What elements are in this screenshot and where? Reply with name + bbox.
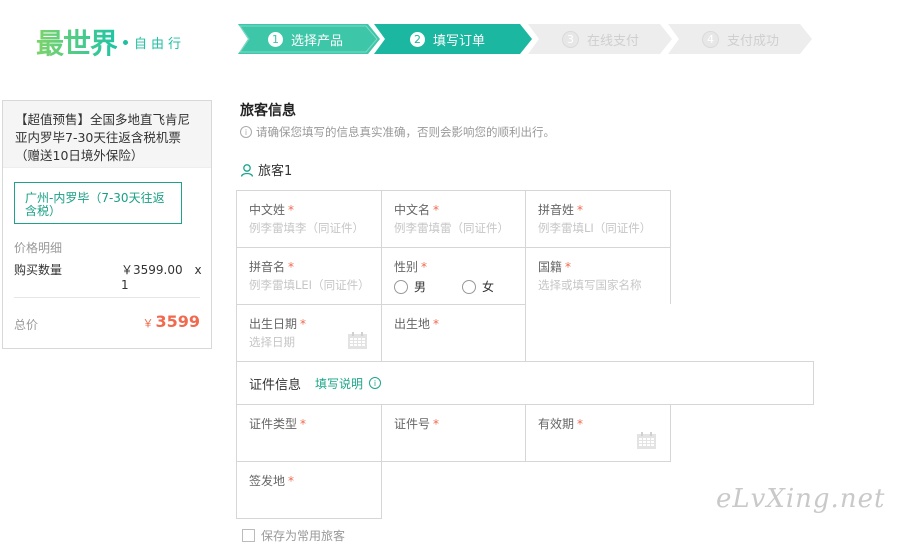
gender-female-radio[interactable]: 女 bbox=[462, 278, 494, 295]
step-number: 4 bbox=[702, 30, 719, 48]
logo-tagline: 自由行 bbox=[134, 36, 186, 52]
route-option[interactable]: 广州-内罗毕（7-30天往返含税） bbox=[14, 182, 182, 224]
field-birth-place[interactable]: 出生地 * bbox=[381, 304, 526, 362]
field-label: 证件类型 * bbox=[249, 417, 307, 431]
currency-symbol: ￥ bbox=[142, 317, 154, 330]
step-label: 填写订单 bbox=[433, 33, 486, 49]
step-fill-order: 2 填写订单 bbox=[374, 24, 532, 54]
total-label: 总价 bbox=[14, 318, 39, 332]
field-label: 签发地 * bbox=[249, 474, 295, 488]
field-valid-until[interactable]: 有效期 * bbox=[525, 404, 671, 462]
unit-price: ￥3599.00 x 1 bbox=[121, 261, 211, 292]
price-detail-label: 价格明细 bbox=[14, 241, 63, 255]
cn-surname-input[interactable] bbox=[249, 221, 379, 235]
py-surname-input[interactable] bbox=[538, 221, 668, 235]
logo-dot bbox=[123, 39, 129, 45]
empty-cell bbox=[525, 304, 671, 362]
field-label: 拼音名 * bbox=[249, 260, 295, 274]
product-title: 【超值预售】全国多地直飞肯尼亚内罗毕7-30天往返含税机票（赠送10日境外保险） bbox=[3, 101, 211, 168]
step-label: 在线支付 bbox=[587, 33, 640, 49]
field-label: 中文姓 * bbox=[249, 203, 295, 217]
field-label: 性别 * bbox=[394, 260, 428, 274]
radio-circle bbox=[462, 279, 476, 294]
field-label: 有效期 * bbox=[538, 417, 584, 431]
py-name-input[interactable] bbox=[249, 278, 379, 292]
field-label: 中文名 * bbox=[394, 203, 440, 217]
field-py-name[interactable]: 拼音名 * bbox=[236, 247, 382, 305]
notice-text: 请确保您填写的信息真实准确，否则会影响您的顺利出行。 bbox=[256, 125, 555, 139]
field-cn-name[interactable]: 中文名 * bbox=[381, 190, 526, 248]
divider bbox=[525, 304, 526, 362]
field-label: 拼音姓 * bbox=[538, 203, 584, 217]
field-cn-surname[interactable]: 中文姓 * bbox=[236, 190, 382, 248]
unit-price-value: ￥3599.00 bbox=[121, 263, 183, 277]
field-cert-type[interactable]: 证件类型 * bbox=[236, 404, 382, 462]
nationality-input[interactable] bbox=[538, 278, 668, 292]
traveler-heading: 旅客1 bbox=[240, 160, 292, 179]
step-payment-success: 4 支付成功 bbox=[668, 24, 812, 54]
gender-male-radio[interactable]: 男 bbox=[394, 278, 426, 295]
field-label: 国籍 * bbox=[538, 260, 572, 274]
step-number: 3 bbox=[562, 30, 579, 48]
cn-name-input[interactable] bbox=[394, 221, 524, 235]
field-nationality[interactable]: 国籍 * bbox=[525, 247, 671, 305]
step-select-product: 1 选择产品 bbox=[238, 24, 380, 54]
quantity-label: 购买数量 bbox=[14, 263, 63, 277]
step-number: 1 bbox=[268, 31, 283, 47]
calendar-icon[interactable] bbox=[348, 332, 367, 349]
divider bbox=[14, 297, 200, 298]
notice: i 请确保您填写的信息真实准确，否则会影响您的顺利出行。 bbox=[240, 124, 555, 140]
site-logo[interactable]: 最世界 自由行 bbox=[36, 22, 185, 62]
traveler-label: 旅客1 bbox=[258, 164, 293, 179]
birth-date-input[interactable] bbox=[249, 335, 339, 349]
save-traveler-checkbox[interactable] bbox=[242, 529, 255, 542]
radio-circle bbox=[394, 279, 408, 294]
field-issue-place[interactable]: 签发地 * bbox=[236, 461, 382, 519]
field-cert-number[interactable]: 证件号 * bbox=[381, 404, 526, 462]
user-icon bbox=[240, 163, 254, 177]
certificate-section-header: 证件信息 填写说明 i bbox=[236, 361, 814, 405]
field-py-surname[interactable]: 拼音姓 * bbox=[525, 190, 671, 248]
field-label: 出生日期 * bbox=[249, 317, 307, 331]
watermark: eLvXing.net bbox=[716, 484, 886, 514]
total-price: ￥ 3599 bbox=[142, 312, 200, 331]
field-label: 证件号 * bbox=[394, 417, 440, 431]
logo-wordmark: 最世界 bbox=[36, 22, 118, 62]
step-online-payment: 3 在线支付 bbox=[528, 24, 672, 54]
fill-instructions-link[interactable]: 填写说明 bbox=[315, 375, 363, 392]
info-icon[interactable]: i bbox=[369, 377, 382, 389]
section-title: 旅客信息 bbox=[240, 103, 296, 119]
step-label: 选择产品 bbox=[291, 33, 344, 49]
step-label: 支付成功 bbox=[727, 33, 780, 49]
save-traveler-option[interactable]: 保存为常用旅客 bbox=[242, 527, 345, 544]
calendar-icon[interactable] bbox=[637, 432, 656, 449]
field-gender: 性别 * 男 女 bbox=[381, 247, 526, 305]
field-label: 出生地 * bbox=[394, 317, 440, 331]
save-traveler-label: 保存为常用旅客 bbox=[261, 529, 346, 543]
order-summary-panel: 【超值预售】全国多地直飞肯尼亚内罗毕7-30天往返含税机票（赠送10日境外保险）… bbox=[2, 100, 212, 349]
field-birth-date[interactable]: 出生日期 * bbox=[236, 304, 382, 362]
step-number: 2 bbox=[410, 31, 425, 47]
info-icon: i bbox=[240, 126, 252, 138]
cert-section-title: 证件信息 bbox=[249, 377, 302, 393]
total-value: 3599 bbox=[155, 312, 200, 331]
